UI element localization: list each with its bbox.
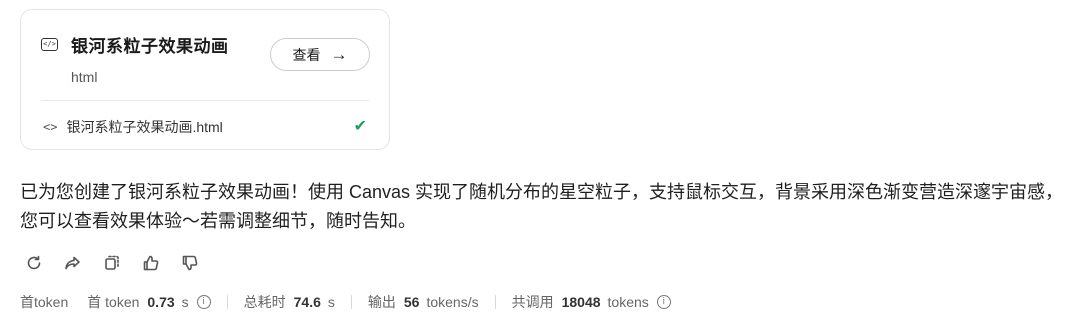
thumbs-down-icon[interactable] [180,253,200,273]
total-time-unit: s [327,294,335,310]
file-code-icon: <> [43,120,58,134]
total-time-label: 总耗时 [243,294,286,310]
total-calls-unit: tokens [607,294,649,310]
artifact-title: 银河系粒子效果动画 [71,37,229,56]
artifact-card-header: </> 银河系粒子效果动画 [41,32,229,57]
card-divider [41,100,369,101]
stats-divider [350,295,352,309]
arrow-right-icon: → [330,45,348,64]
first-token-label: 首 token [87,294,140,310]
check-icon: ✔ [353,118,367,135]
output-unit: tokens/s [426,294,479,310]
file-name: 银河系粒子效果动画.html [66,119,223,135]
total-calls-label: 共调用 [511,294,554,310]
generation-stats: 首token 首 token 0.73 s i 总耗时 74.6 s 输出 56… [20,292,671,312]
output-value: 56 [403,294,420,310]
code-icon: </> [41,38,58,51]
info-icon[interactable]: i [656,295,671,309]
assistant-message: 已为您创建了银河系粒子效果动画！使用 Canvas 实现了随机分布的星空粒子，支… [20,182,1064,231]
share-icon[interactable] [63,253,83,273]
total-calls-value: 18048 [561,294,601,310]
message-actions [24,253,219,273]
first-token-prefix: 首token [20,294,69,310]
info-icon[interactable]: i [196,295,211,309]
view-button[interactable]: 查看 → [270,38,370,71]
artifact-card[interactable]: </> 银河系粒子效果动画 html 查看 → <> 银河系粒子效果动画.htm… [20,9,390,150]
view-button-label: 查看 [292,46,321,63]
stats-divider [494,295,496,309]
first-token-unit: s [181,294,189,310]
file-row[interactable]: <> 银河系粒子效果动画.html ✔ [43,117,369,137]
artifact-type: html [71,69,98,85]
output-label: 输出 [367,294,396,310]
total-time-value: 74.6 [293,294,321,310]
thumbs-up-icon[interactable] [141,253,161,273]
stats-divider [226,295,228,309]
regenerate-icon[interactable] [24,253,44,273]
copy-icon[interactable] [102,253,122,273]
first-token-value: 0.73 [147,294,175,310]
